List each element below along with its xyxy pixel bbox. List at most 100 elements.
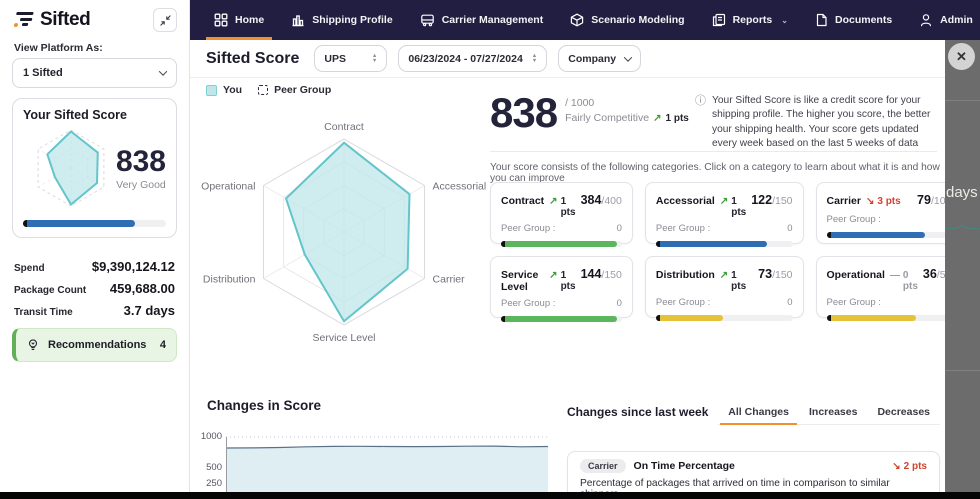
svg-text:Service Level: Service Level bbox=[312, 332, 375, 344]
divider bbox=[945, 370, 980, 371]
recommendations-count: 4 bbox=[159, 339, 166, 351]
carrier-select[interactable]: UPS ▲ ▼ bbox=[314, 45, 388, 72]
nav-item-reports[interactable]: Reports ⌄ bbox=[712, 0, 788, 40]
sidebar-collapse-button[interactable] bbox=[153, 8, 177, 32]
nav-item-scenario-modeling[interactable]: Scenario Modeling bbox=[570, 0, 685, 40]
mini-radar-chart bbox=[37, 129, 105, 207]
bar-chart-icon bbox=[292, 15, 304, 27]
nav-item-home[interactable]: Home bbox=[205, 0, 273, 40]
dimmed-background-strip: ✕ days bbox=[945, 40, 980, 499]
document-icon bbox=[816, 13, 827, 27]
category-progress bbox=[655, 241, 793, 247]
score-info: ⓘ Your Sifted Score is like a credit sco… bbox=[695, 94, 939, 152]
divider bbox=[945, 100, 980, 101]
changes-tabs: All Changes Increases Decreases bbox=[718, 402, 940, 425]
category-cards: Contract ↗ 1 pts 384/400 Peer Group :0 Ac… bbox=[490, 182, 963, 322]
sidebar-score-card: Your Sifted Score 838 Very Good bbox=[12, 98, 177, 238]
y-tick-label: 250 bbox=[206, 477, 222, 489]
nav-item-shipping-profile[interactable]: Shipping Profile bbox=[291, 0, 393, 40]
score-rating: Fairly Competitive ↗ 1 pts bbox=[565, 112, 689, 124]
truck-icon bbox=[420, 14, 434, 27]
sort-arrows-icon: ▲ ▼ bbox=[371, 53, 378, 64]
sidebar-score-progress bbox=[23, 220, 166, 227]
category-card-operational[interactable]: Operational —0 pts 36/50 Peer Group :0 bbox=[815, 256, 963, 321]
category-card-service-level[interactable]: Service Level ↗ 1 pts 144/150 Peer Group … bbox=[490, 256, 633, 322]
panel-content: You Peer Group Contract Accessorial Carrie… bbox=[190, 78, 963, 499]
score-card-title: Your Sifted Score bbox=[23, 108, 127, 122]
category-progress bbox=[501, 316, 622, 322]
sifted-logo[interactable]: Sifted bbox=[9, 8, 91, 32]
changes-area-chart bbox=[226, 436, 548, 492]
date-range-select[interactable]: 06/23/2024 - 07/27/2024 ▲ ▼ bbox=[398, 45, 548, 72]
panel-header: Sifted Score UPS ▲ ▼ 06/23/2024 - 07/27/2… bbox=[190, 40, 945, 78]
platform-select[interactable]: 1 Sifted bbox=[12, 58, 177, 88]
trend-icon: ↘ bbox=[865, 196, 875, 207]
score-value: 838 bbox=[490, 89, 558, 136]
changes-week-title: Changes since last week bbox=[567, 405, 709, 419]
category-tag: Carrier bbox=[580, 459, 626, 473]
stat-spend: Spend $9,390,124.12 bbox=[14, 259, 175, 274]
chevron-down-icon bbox=[623, 52, 633, 62]
nav-item-admin[interactable]: Admin bbox=[919, 0, 973, 40]
radar-chart: Contract Accessorial Carrier Service Level D… bbox=[201, 121, 487, 344]
sidebar-score-value: 838 bbox=[115, 144, 166, 178]
home-grid-icon bbox=[214, 13, 228, 27]
tab-all-changes[interactable]: All Changes bbox=[718, 402, 799, 425]
view-select-value: Company bbox=[568, 52, 617, 65]
lightbulb-icon bbox=[28, 339, 38, 350]
nav-item-documents[interactable]: Documents bbox=[815, 0, 892, 40]
report-icon bbox=[712, 13, 725, 27]
logo-row: Sifted bbox=[0, 0, 189, 38]
stat-transit-time: Transit Time 3.7 days bbox=[14, 303, 175, 318]
svg-text:Distribution: Distribution bbox=[203, 274, 256, 286]
score-summary: 838 / 1000 Fairly Competitive ↗ 1 pts bbox=[490, 92, 689, 134]
bottom-bar bbox=[0, 492, 980, 499]
svg-text:Operational: Operational bbox=[201, 181, 255, 193]
changes-week-section: Changes since last week All Changes Incr… bbox=[567, 402, 940, 499]
score-denominator: / 1000 bbox=[565, 97, 595, 109]
cube-icon bbox=[571, 13, 584, 27]
score-info-text: Your Sifted Score is like a credit score… bbox=[712, 95, 931, 150]
tab-increases[interactable]: Increases bbox=[799, 402, 867, 424]
category-card-accessorial[interactable]: Accessorial ↗ 1 pts 122/150 Peer Group :0 bbox=[644, 182, 804, 247]
trend-icon: ↗ bbox=[719, 196, 729, 207]
close-icon: ✕ bbox=[956, 48, 967, 64]
trend-icon: — bbox=[889, 270, 900, 281]
svg-text:Contract: Contract bbox=[324, 121, 364, 133]
changes-chart-y-axis: 1000 500 250 bbox=[196, 431, 222, 492]
nav-item-carrier-management[interactable]: Carrier Management bbox=[420, 0, 543, 40]
category-card-distribution[interactable]: Distribution ↗ 1 pts 73/150 Peer Group :0 bbox=[644, 256, 804, 321]
categories-caption: Your score consists of the following cat… bbox=[490, 162, 940, 184]
y-tick-label: 500 bbox=[206, 462, 222, 473]
sidebar: Sifted View Platform As: 1 Sifted Your S… bbox=[0, 0, 190, 499]
background-sparkline bbox=[945, 224, 980, 230]
category-card-contract[interactable]: Contract ↗ 1 pts 384/400 Peer Group :0 bbox=[490, 182, 633, 247]
stat-package-count: Package Count 459,688.00 bbox=[14, 281, 175, 296]
chevron-down-icon: ⌄ bbox=[781, 15, 788, 25]
info-icon: ⓘ bbox=[695, 95, 706, 107]
view-platform-label: View Platform As: bbox=[14, 42, 103, 54]
close-button[interactable]: ✕ bbox=[948, 43, 975, 70]
svg-text:Carrier: Carrier bbox=[433, 274, 466, 286]
trend-icon: ↗ bbox=[719, 270, 729, 281]
chevron-down-icon bbox=[158, 67, 168, 76]
brand-name: Sifted bbox=[40, 9, 91, 30]
collapse-icon bbox=[159, 14, 171, 26]
sort-arrows-icon: ▲ ▼ bbox=[531, 53, 538, 64]
recommendations-button[interactable]: Recommendations 4 bbox=[12, 328, 177, 362]
y-tick-label: 1000 bbox=[200, 431, 222, 442]
tab-decreases[interactable]: Decreases bbox=[867, 402, 940, 424]
svg-text:Accessorial: Accessorial bbox=[433, 181, 487, 193]
recommendations-label: Recommendations bbox=[48, 339, 147, 351]
category-card-carrier[interactable]: Carrier ↘3 pts 79/100 Peer Group :0 bbox=[815, 182, 963, 244]
view-select[interactable]: Company bbox=[558, 45, 642, 72]
sifted-logo-icon bbox=[9, 8, 38, 32]
trend-icon: ↗ bbox=[549, 270, 558, 281]
divider bbox=[490, 151, 937, 152]
page-title: Sifted Score bbox=[206, 49, 300, 67]
background-days-text: days bbox=[946, 184, 978, 201]
trend-icon: ↘ bbox=[892, 460, 901, 472]
carrier-select-value: UPS bbox=[324, 52, 346, 65]
category-progress bbox=[826, 232, 952, 238]
trend-icon: ↗ bbox=[653, 112, 662, 124]
